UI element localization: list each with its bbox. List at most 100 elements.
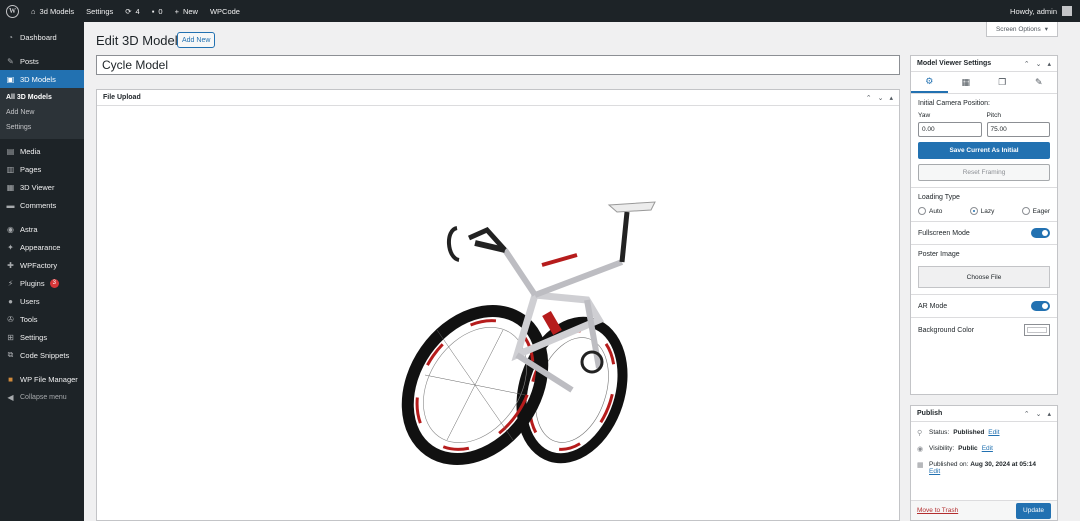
settings-link[interactable]: Settings: [80, 0, 119, 22]
tab-layout-icon[interactable]: ▦: [948, 72, 985, 93]
poster-image-label: Poster Image: [918, 251, 960, 258]
wp-logo-menu[interactable]: W: [0, 0, 25, 22]
radio-circle-checked: [969, 207, 978, 215]
comments-link[interactable]: ▪ 0: [146, 0, 169, 22]
background-section: Background Color: [911, 318, 1057, 342]
wpcode-label: WPCode: [209, 6, 240, 16]
tab-general-gear-icon[interactable]: ⚙: [911, 72, 948, 93]
edit-status-link[interactable]: Edit: [988, 429, 999, 436]
wpcode-link[interactable]: WPCode: [204, 0, 246, 22]
screen-options-label: Screen Options: [995, 25, 1041, 33]
radio-label: Auto: [929, 207, 943, 215]
pitch-label: Pitch: [986, 112, 1001, 119]
plugins-update-badge: 3: [49, 278, 59, 288]
pin-icon: ✎: [7, 56, 14, 66]
sidebar-item-code-snippets[interactable]: ⧉ Code Snippets: [0, 346, 84, 364]
sidebar-item-astra[interactable]: ◉ Astra: [0, 220, 84, 238]
save-initial-button[interactable]: Save Current As Initial: [918, 142, 1050, 159]
file-upload-title: File Upload: [103, 94, 141, 101]
background-color-picker[interactable]: [1024, 324, 1050, 336]
screen-options-button[interactable]: Screen Options ▾: [986, 22, 1058, 37]
sidebar-item-appearance[interactable]: ✦ Appearance: [0, 238, 84, 256]
edit-visibility-link[interactable]: Edit: [982, 445, 993, 452]
fullscreen-toggle[interactable]: [1031, 228, 1050, 238]
media-icon: ▤: [6, 146, 15, 156]
file-upload-header: File Upload ⌃ ⌄ ▴: [97, 90, 899, 106]
update-button[interactable]: Update: [1016, 502, 1051, 519]
my-account[interactable]: Howdy, admin: [1010, 6, 1080, 16]
status-value: Published: [953, 429, 985, 436]
plugin-icon: ⚡: [7, 278, 14, 288]
sidebar-item-media[interactable]: ▤ Media: [0, 142, 84, 160]
tab-images-icon[interactable]: ❐: [984, 72, 1021, 93]
front-wheel: [401, 304, 549, 466]
publish-actions: Move to Trash Update: [911, 500, 1057, 520]
submenu-all-3d-models[interactable]: All 3D Models: [0, 91, 84, 106]
sidebar-item-comments[interactable]: ▬ Comments: [0, 196, 84, 214]
background-color-label: Background Color: [918, 326, 975, 334]
sidebar-item-file-manager[interactable]: ■ WP File Manager: [0, 370, 84, 388]
sidebar-item-tools[interactable]: ✇ Tools: [0, 310, 84, 328]
loading-radio-lazy[interactable]: Lazy: [969, 207, 994, 215]
sidebar-item-dashboard[interactable]: ◔ Dashboard: [0, 28, 84, 46]
toggle-panel-icon[interactable]: ▴: [889, 94, 893, 102]
bicycle-model-viewer[interactable]: [337, 200, 657, 468]
move-down-icon[interactable]: ⌄: [1036, 410, 1042, 418]
sidebar-item-users[interactable]: ● Users: [0, 292, 84, 310]
tab-style-brush-icon[interactable]: ✎: [1021, 72, 1058, 93]
dashboard-icon: ◔: [8, 32, 13, 42]
caret-down-icon: ▾: [1044, 26, 1049, 33]
brush-icon: ✦: [7, 242, 14, 252]
add-new-button[interactable]: Add New: [177, 32, 216, 48]
move-to-trash-link[interactable]: Move to Trash: [917, 507, 958, 514]
sidebar-item-label: 3D Viewer: [20, 182, 55, 192]
settings-icon: ⊞: [7, 332, 14, 342]
toggle-panel-icon[interactable]: ▴: [1047, 60, 1051, 68]
pitch-input[interactable]: 75.00: [986, 122, 1050, 137]
sidebar-item-pages[interactable]: ▥ Pages: [0, 160, 84, 178]
submenu-3d-models: All 3D Models Add New Settings: [0, 88, 84, 139]
published-line: ▦ Published on: Aug 30, 2024 at 05:14 Ed…: [917, 461, 1051, 475]
move-down-icon[interactable]: ⌄: [1036, 60, 1042, 68]
updates-link[interactable]: ⟳ 4: [119, 0, 145, 22]
fullscreen-section: Fullscreen Mode: [911, 222, 1057, 245]
sidebar-item-plugins[interactable]: ⚡ Plugins 3: [0, 274, 84, 292]
wpfactory-icon: ✚: [7, 260, 14, 270]
howdy-label: Howdy, admin: [1010, 6, 1057, 16]
move-down-icon[interactable]: ⌄: [878, 94, 884, 102]
submenu-settings[interactable]: Settings: [0, 121, 84, 136]
reset-framing-button[interactable]: Reset Framing: [918, 164, 1050, 181]
color-swatch: [1027, 327, 1047, 333]
move-up-icon[interactable]: ⌃: [1024, 410, 1030, 418]
site-name-link[interactable]: ⌂ 3d Models: [25, 0, 80, 22]
sidebar-item-wpfactory[interactable]: ✚ WPFactory: [0, 256, 84, 274]
settings-header: Model Viewer Settings ⌃ ⌄ ▴: [911, 56, 1057, 72]
sidebar-item-label: 3D Models: [20, 74, 56, 84]
model-viewer-settings-box: Model Viewer Settings ⌃ ⌄ ▴ ⚙ ▦ ❐ ✎ Init…: [910, 55, 1058, 395]
comments-count: 0: [158, 6, 163, 16]
code-icon: ⧉: [7, 350, 14, 359]
sidebar-item-posts[interactable]: ✎ Posts: [0, 52, 84, 70]
edit-date-link[interactable]: Edit: [929, 468, 940, 475]
toggle-panel-icon[interactable]: ▴: [1047, 410, 1051, 418]
wrench-icon: ✇: [7, 314, 14, 324]
settings-link-label: Settings: [86, 6, 114, 16]
collapse-menu-button[interactable]: ◀ Collapse menu: [0, 388, 84, 406]
choose-file-button[interactable]: Choose File: [918, 266, 1050, 288]
sidebar-item-settings[interactable]: ⊞ Settings: [0, 328, 84, 346]
ar-mode-toggle[interactable]: [1031, 301, 1050, 311]
loading-radio-eager[interactable]: Eager: [1021, 207, 1050, 215]
sidebar-item-label: Code Snippets: [20, 350, 70, 360]
post-title-input[interactable]: Cycle Model: [96, 55, 900, 75]
folder-icon: ■: [8, 374, 13, 384]
sidebar-item-3d-models[interactable]: ▣ 3D Models: [0, 70, 84, 88]
comments-icon: ▬: [6, 200, 15, 210]
sidebar-item-3d-viewer[interactable]: ▦ 3D Viewer: [0, 178, 84, 196]
move-up-icon[interactable]: ⌃: [866, 94, 872, 102]
yaw-input[interactable]: 0.00: [918, 122, 982, 137]
loading-radio-auto[interactable]: Auto: [918, 207, 942, 215]
submenu-add-new[interactable]: Add New: [0, 106, 84, 121]
new-content-link[interactable]: + New: [169, 0, 204, 22]
status-label: Status:: [929, 429, 950, 436]
move-up-icon[interactable]: ⌃: [1024, 60, 1030, 68]
